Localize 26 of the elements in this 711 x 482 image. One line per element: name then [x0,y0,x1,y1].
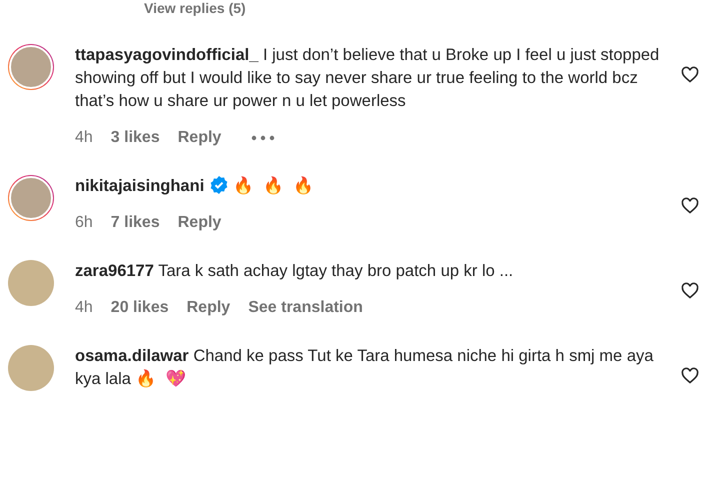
view-replies-link[interactable]: View replies (5) [144,0,699,16]
like-heart-icon[interactable] [681,66,699,83]
like-heart-icon[interactable] [681,197,699,214]
comment-time: 4h [75,129,93,147]
more-options-icon[interactable] [251,135,276,141]
username-link[interactable]: zara96177 [75,262,154,280]
username-link[interactable]: osama.dilawar [75,347,189,365]
comment-text: zara96177 Tara k sath achay lgtay thay bro patch up kr lo ... [75,261,514,282]
avatar[interactable] [8,175,54,221]
likes-link[interactable]: 20 likes [110,299,169,317]
reply-button[interactable]: Reply [178,214,222,232]
like-heart-icon[interactable] [681,282,699,299]
like-heart-icon[interactable] [681,367,699,384]
username-link[interactable]: nikitajaisinghani [75,177,204,195]
comment-time: 4h [75,299,93,317]
comment-text: osama.dilawar Chand ke pass Tut ke Tara humesa niche hi girta h smj me aya kya lala 🔥 💖 [75,346,654,390]
likes-link[interactable]: 3 likes [110,129,160,147]
likes-link[interactable]: 7 likes [110,214,160,232]
username-link[interactable]: ttapasyagovindofficial_ [75,46,258,64]
see-translation-link[interactable]: See translation [248,299,363,317]
comment-text: ttapasyagovindofficial_ I just don’t believe that u Broke up I feel u just stopped showing off but I would like to say never share ur true feeling to the world bcz that’s how u share ur power n u let powerless [75,45,660,112]
reply-button[interactable]: Reply [186,299,230,317]
avatar[interactable] [8,44,54,90]
comment-time: 6h [75,214,93,232]
comment-text: nikitajaisinghani 🔥 🔥 🔥 [75,175,316,197]
reply-button[interactable]: Reply [178,129,222,147]
